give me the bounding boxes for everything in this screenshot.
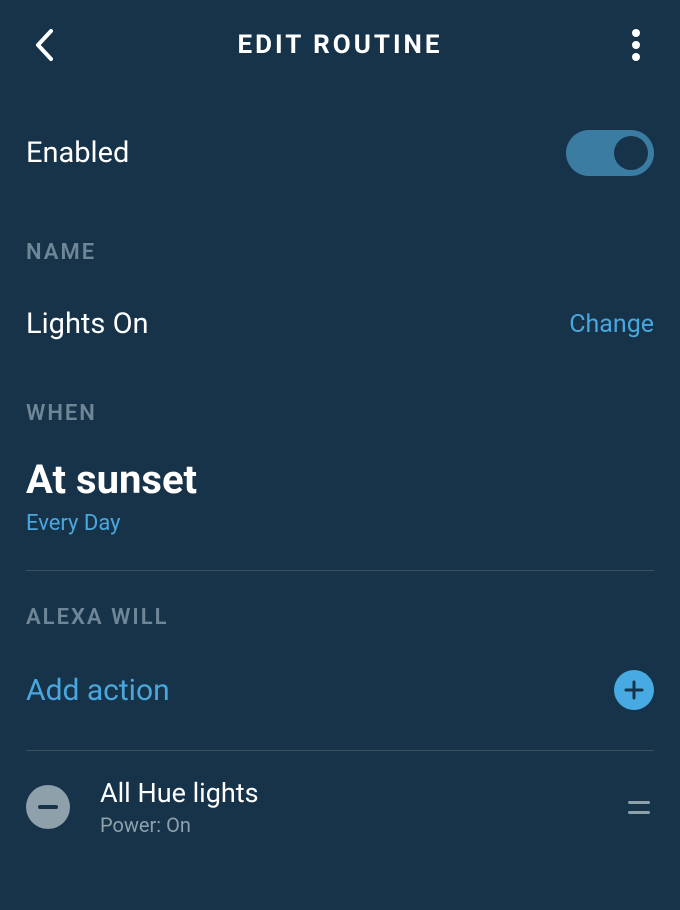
- add-action-button[interactable]: [614, 670, 654, 710]
- minus-icon: [38, 805, 58, 809]
- add-action-label: Add action: [26, 673, 170, 708]
- drag-handle-icon: [628, 811, 650, 814]
- add-action-row[interactable]: Add action: [0, 670, 680, 710]
- toggle-knob: [614, 136, 648, 170]
- routine-name-value: Lights On: [26, 307, 149, 341]
- change-name-link[interactable]: Change: [569, 310, 654, 339]
- action-item-subtitle: Power: On: [100, 813, 624, 837]
- section-label-when: WHEN: [0, 401, 680, 426]
- when-trigger-block[interactable]: At sunset Every Day: [0, 456, 680, 536]
- action-item-row[interactable]: All Hue lights Power: On: [0, 751, 680, 837]
- when-trigger-title: At sunset: [26, 456, 654, 503]
- more-options-button[interactable]: [616, 25, 656, 65]
- drag-handle[interactable]: [624, 801, 654, 814]
- when-trigger-recurrence: Every Day: [26, 511, 654, 536]
- remove-action-button[interactable]: [26, 785, 70, 829]
- back-button[interactable]: [24, 25, 64, 65]
- section-label-alexa-will: ALEXA WILL: [0, 605, 680, 630]
- edit-routine-screen: EDIT ROUTINE Enabled NAME Lights On Chan…: [0, 0, 680, 910]
- action-item-title: All Hue lights: [100, 777, 624, 809]
- divider: [26, 570, 654, 571]
- plus-icon: [623, 679, 645, 701]
- enabled-label: Enabled: [26, 136, 129, 170]
- drag-handle-icon: [628, 801, 650, 804]
- enabled-toggle[interactable]: [566, 130, 654, 176]
- kebab-menu-icon: [632, 28, 640, 62]
- header-bar: EDIT ROUTINE: [0, 0, 680, 90]
- enabled-row: Enabled: [0, 130, 680, 176]
- chevron-left-icon: [34, 28, 54, 62]
- action-item-text: All Hue lights Power: On: [70, 777, 624, 837]
- section-label-name: NAME: [0, 240, 680, 265]
- routine-name-row: Lights On Change: [0, 307, 680, 341]
- page-title: EDIT ROUTINE: [64, 30, 616, 60]
